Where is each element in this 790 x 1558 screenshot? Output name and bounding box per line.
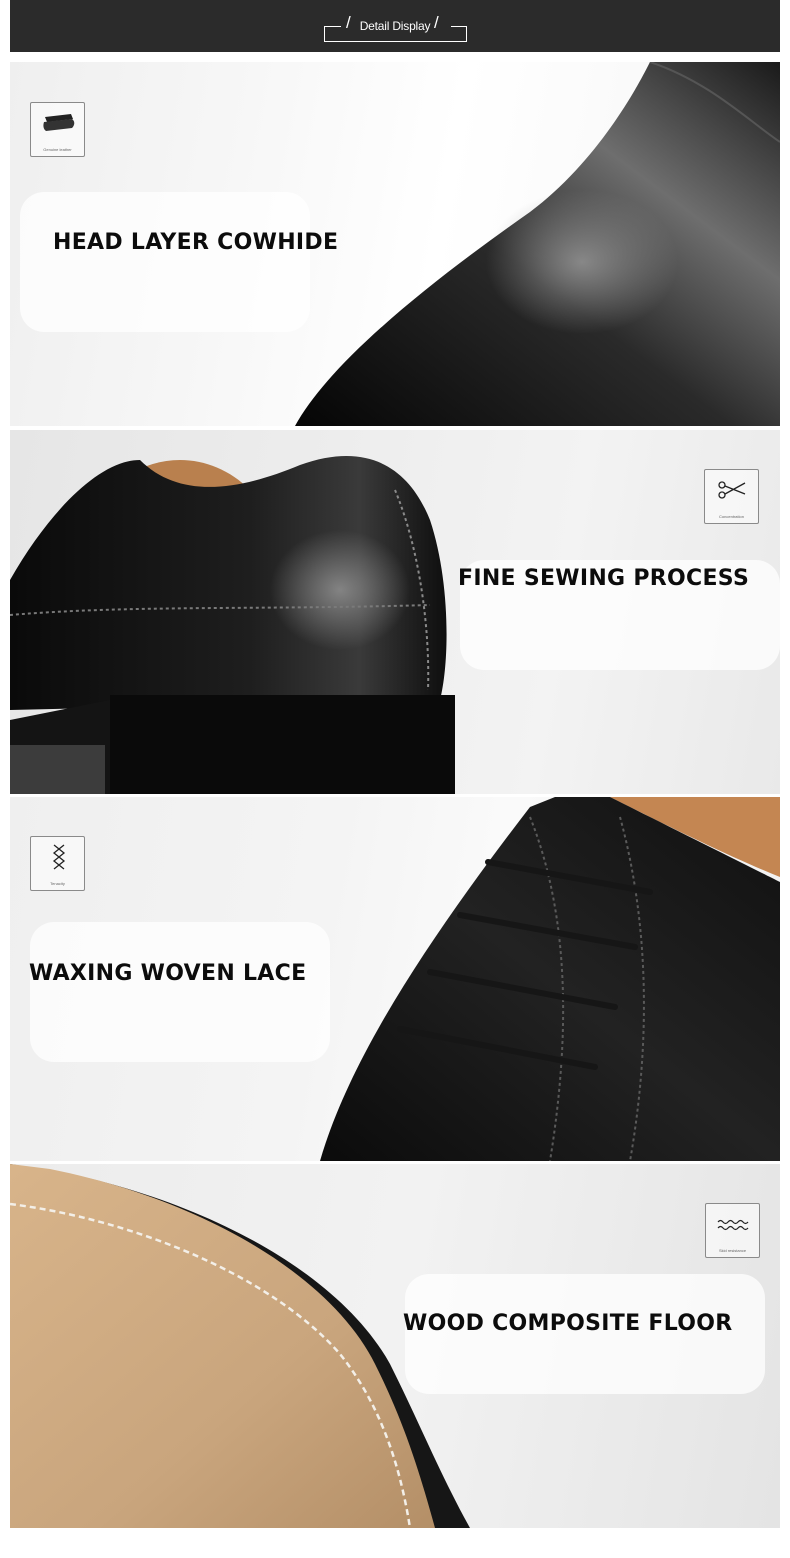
feature-panel-sole: Skid resistance WOOD COMPOSITE FLOOR [10,1164,780,1528]
detail-display-page: / Detail Display / Genuine leather HEAD … [0,0,790,1558]
frame-line [324,41,467,42]
feature-title: WOOD COMPOSITE FLOOR [403,1311,733,1336]
icon-caption: Genuine leather [43,147,72,152]
wave-icon: Skid resistance [705,1203,760,1258]
header-slash-right: / [434,13,439,32]
feature-title: WAXING WOVEN LACE [29,961,307,986]
icon-caption: Skid resistance [718,1248,747,1253]
header-frame: / Detail Display / [324,14,467,42]
feature-title: HEAD LAYER COWHIDE [53,230,339,255]
scissors-icon: Concentration [704,469,759,524]
lace-icon: Tenacity [30,836,85,891]
feature-panel-sewing: Concentration FINE SEWING PROCESS [10,430,780,794]
leather-icon: Genuine leather [30,102,85,157]
feature-panel-cowhide: Genuine leather HEAD LAYER COWHIDE [10,62,780,426]
frame-line [324,26,341,27]
header-title: Detail Display [359,19,431,33]
frame-line [466,26,467,42]
frame-line [451,26,467,27]
header-slash-left: / [346,13,351,32]
section-header: / Detail Display / [10,0,780,52]
frame-line [324,26,325,42]
background-blob [30,922,330,1062]
icon-caption: Tenacity [50,881,65,886]
feature-panel-lace: Tenacity WAXING WOVEN LACE [10,797,780,1161]
background-blob [20,192,310,332]
icon-caption: Concentration [719,514,744,519]
feature-title: FINE SEWING PROCESS [458,566,750,591]
